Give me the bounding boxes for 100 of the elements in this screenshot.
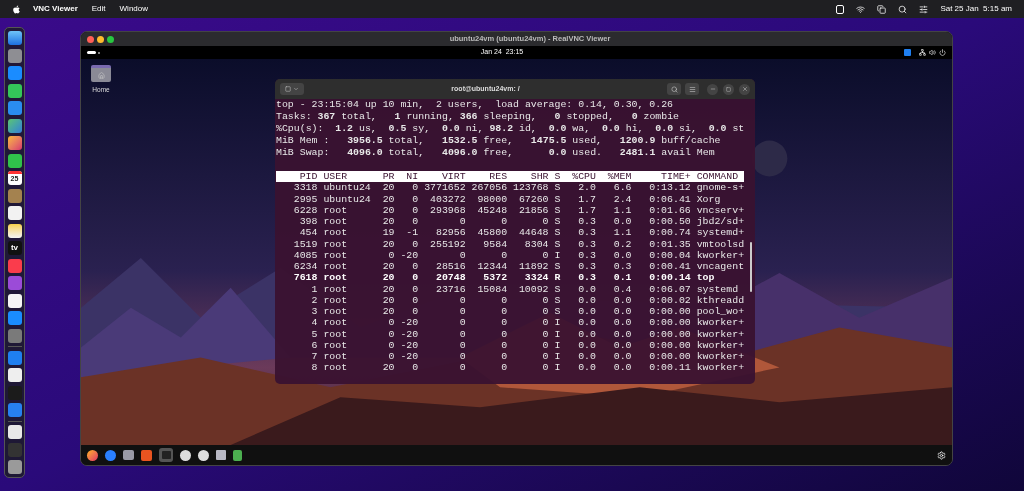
- app-center-icon[interactable]: [141, 449, 152, 461]
- table-cell-text: S: [553, 306, 561, 318]
- table-cell-text: -20: [399, 339, 419, 351]
- browser-icon[interactable]: [87, 449, 98, 461]
- maximize-button[interactable]: [723, 83, 734, 95]
- table-cell-text: vmtoolsd: [695, 238, 745, 250]
- app-name[interactable]: VNC Viewer: [33, 3, 78, 15]
- tv-app-icon[interactable]: tv: [7, 241, 22, 255]
- table-cell-text: 6228: [292, 204, 318, 216]
- table-cell-text: 1: [310, 283, 318, 295]
- dock-app-icon[interactable]: [7, 293, 22, 308]
- table-cell-text: systemd+: [695, 227, 745, 239]
- table-cell-text: 0.0: [612, 339, 632, 351]
- dock-app-icon[interactable]: [7, 425, 22, 439]
- table-cell-text: 11892: [517, 261, 549, 273]
- table-cell-text: 2: [310, 294, 318, 306]
- table-cell-text: 0.0: [612, 294, 632, 306]
- screen-mirroring-icon[interactable]: [877, 4, 887, 14]
- table-cell-text: 0:00.00: [648, 339, 691, 351]
- dock-app-icon[interactable]: [7, 153, 22, 168]
- apple-icon[interactable]: [12, 4, 21, 14]
- zoom-window-button[interactable]: [107, 35, 114, 43]
- table-cell-text: 5372: [482, 272, 508, 284]
- activities-indicator[interactable]: [87, 51, 96, 54]
- column-header: VIRT: [440, 171, 466, 183]
- search-button[interactable]: [667, 83, 681, 95]
- table-cell-text: 1.7: [577, 204, 596, 216]
- scrollbar-thumb[interactable]: [750, 242, 752, 292]
- new-tab-button[interactable]: [280, 83, 304, 95]
- table-cell-text: 20: [381, 261, 395, 273]
- table-cell-text: 7618: [292, 272, 318, 284]
- close-window-button[interactable]: [87, 35, 94, 43]
- table-cell-text: 0: [411, 238, 419, 250]
- table-cell-text: 7: [310, 351, 318, 363]
- minimize-window-button[interactable]: [97, 35, 104, 43]
- table-cell-text: I: [553, 317, 561, 329]
- table-cell-text: 0.0: [612, 306, 632, 318]
- table-cell-text: 0: [500, 339, 508, 351]
- table-cell-text: 0.3: [612, 261, 632, 273]
- table-cell-text: 0: [541, 351, 549, 363]
- table-cell-text: 0.0: [577, 294, 596, 306]
- table-cell-text: 0.0: [612, 362, 632, 374]
- table-cell-text: 6: [310, 339, 318, 351]
- dock-app-icon[interactable]: [7, 136, 22, 150]
- table-cell-text: 12344: [476, 261, 508, 273]
- table-cell-text: 0: [411, 204, 419, 216]
- table-cell-text: 0.3: [577, 272, 596, 284]
- volume-icon[interactable]: [929, 49, 936, 56]
- dock-app-icon[interactable]: [7, 460, 22, 474]
- table-cell-text: 20: [381, 216, 395, 228]
- table-cell-text: 1.1: [612, 204, 632, 216]
- dock-app-icon[interactable]: [7, 368, 22, 382]
- table-cell-text: 0: [411, 306, 419, 318]
- table-cell-text: 0: [458, 249, 466, 261]
- table-cell-text: 0: [500, 306, 508, 318]
- table-cell-text: gnome-s+: [695, 182, 745, 194]
- dock-app-icon[interactable]: [7, 118, 22, 133]
- table-cell-text: S: [553, 216, 561, 228]
- table-cell-text: Xorg: [695, 193, 722, 205]
- table-cell-text: 0.0: [577, 306, 596, 318]
- table-cell-text: 45800: [476, 227, 508, 239]
- table-cell-text: 0: [458, 351, 466, 363]
- minimize-button[interactable]: [707, 83, 718, 95]
- table-cell-text: 20: [381, 238, 395, 250]
- control-center-icon[interactable]: [919, 4, 929, 14]
- menu-icon: [688, 85, 696, 93]
- dock-app-icon[interactable]: [7, 206, 22, 220]
- power-icon[interactable]: [939, 49, 946, 56]
- table-cell-text: root: [322, 227, 349, 239]
- dock-app-icon[interactable]: [7, 83, 22, 98]
- table-cell-text: 267056: [470, 182, 508, 194]
- mail-client-icon[interactable]: [105, 449, 116, 461]
- menu-item[interactable]: Window: [119, 3, 148, 15]
- close-icon: [741, 86, 748, 92]
- dock-app-icon[interactable]: [7, 223, 22, 238]
- table-cell-text: S: [553, 283, 561, 295]
- menu-button[interactable]: [685, 83, 699, 95]
- dock-app-icon[interactable]: [7, 31, 22, 45]
- table-cell-text: 1.7: [577, 193, 596, 205]
- menu-item[interactable]: Edit: [91, 3, 106, 15]
- close-button[interactable]: [739, 83, 750, 95]
- table-cell-text: I: [553, 339, 561, 351]
- table-cell-text: 0: [458, 339, 466, 351]
- wifi-icon[interactable]: [856, 4, 866, 14]
- table-cell-text: root: [322, 351, 349, 363]
- table-cell-text: 0.0: [577, 328, 596, 340]
- table-cell-text: 0.0: [612, 317, 632, 329]
- table-cell-text: 0:06.41: [648, 193, 691, 205]
- settings-icon[interactable]: [937, 450, 946, 460]
- table-cell-text: 0.0: [577, 283, 596, 295]
- table-cell-text: root: [322, 272, 349, 284]
- table-cell-text: root: [322, 294, 349, 306]
- table-cell-text: 0:00.41: [648, 261, 691, 273]
- table-cell-text: 0.3: [577, 238, 596, 250]
- vnc-status-icon[interactable]: [836, 4, 845, 14]
- chevron-down-icon: [293, 86, 299, 92]
- column-header: USER: [322, 171, 349, 183]
- search-icon[interactable]: [898, 4, 908, 14]
- table-cell-text: 15084: [476, 283, 508, 295]
- network-icon[interactable]: [919, 49, 926, 56]
